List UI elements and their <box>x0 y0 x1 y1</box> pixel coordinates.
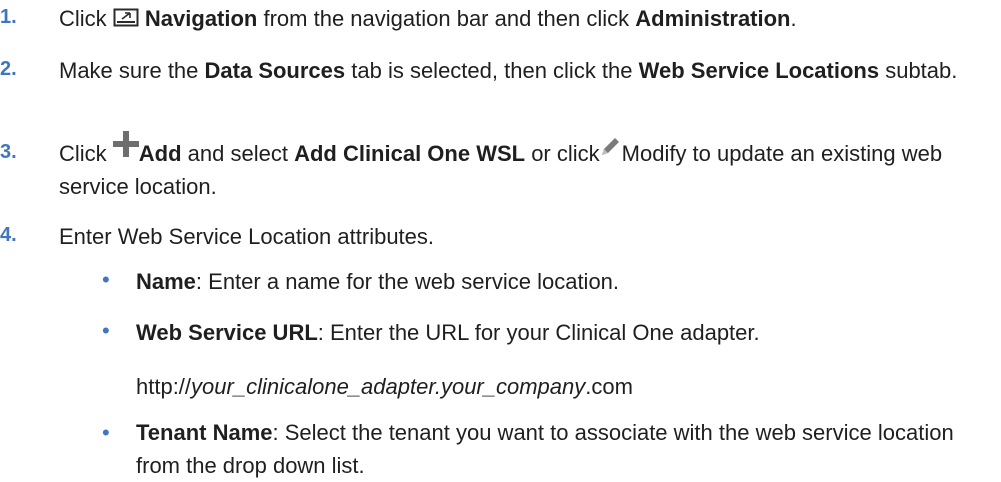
navigation-icon <box>113 4 139 37</box>
data-sources-label: Data Sources <box>204 58 346 83</box>
navigation-label: Navigation <box>144 6 258 31</box>
bullet-text: Name: Enter a name for the web service l… <box>136 269 620 294</box>
bullet-icon: • <box>102 267 110 292</box>
pencil-icon <box>600 133 622 166</box>
step-number: 2. <box>0 58 17 80</box>
step-text: Make sure the Data Sources tab is select… <box>59 58 958 83</box>
add-label: Add <box>138 141 182 166</box>
web-service-locations-label: Web Service Locations <box>638 58 880 83</box>
step-text: Click Add and select Add Clinical One WS… <box>59 130 989 203</box>
step-text: Click Navigation from the navigation bar… <box>59 2 989 37</box>
plus-icon <box>112 130 139 166</box>
bullet-text: Web Service URL: Enter the URL for your … <box>136 320 760 345</box>
url-example: http://your_clinicalone_adapter.your_com… <box>136 374 633 399</box>
bullet-text: Tenant Name: Select the tenant you want … <box>136 420 954 478</box>
step-text: Enter Web Service Location attributes. <box>59 224 435 249</box>
administration-label: Administration <box>635 6 791 31</box>
step-number: 4. <box>0 224 17 246</box>
add-clinical-one-wsl-label: Add Clinical One WSL <box>294 141 526 166</box>
step-number: 1. <box>0 6 17 28</box>
bullet-icon: • <box>102 318 110 343</box>
step-number: 3. <box>0 141 17 163</box>
bullet-icon: • <box>102 420 110 445</box>
